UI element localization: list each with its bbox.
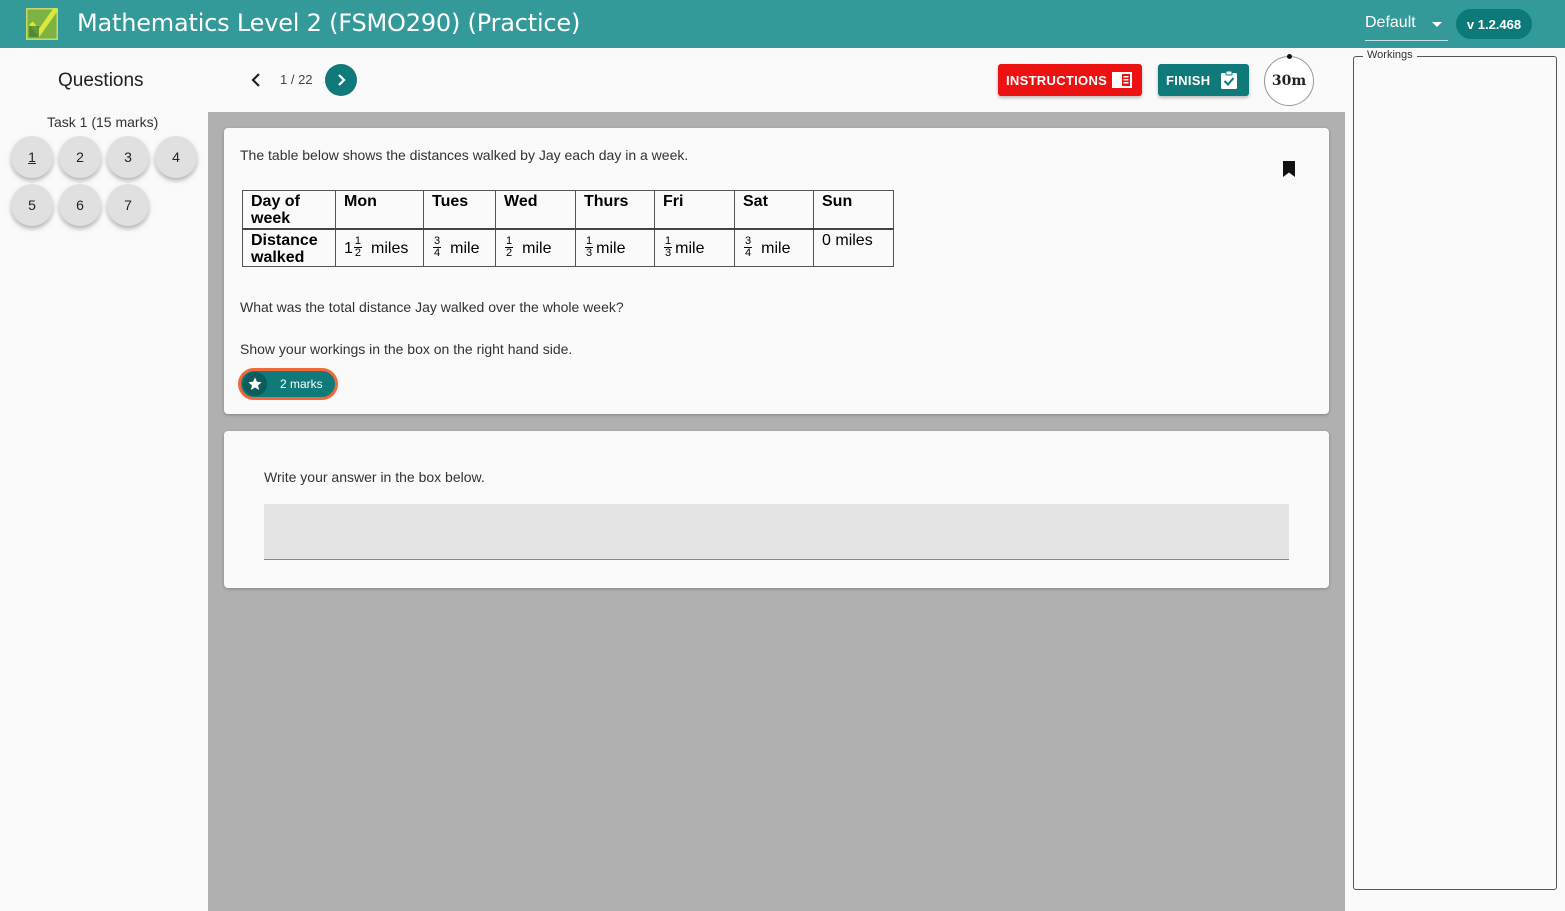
whole-number: 1 — [344, 240, 353, 257]
question-toolbar: 1 / 22 INSTRUCTIONS FINISH 30m — [208, 48, 1345, 112]
task-label: Task 1 (15 marks) — [47, 114, 159, 130]
answer-input[interactable] — [264, 504, 1289, 560]
clipboard-check-icon — [1221, 70, 1237, 89]
table-row: Distance walked 1 12 miles 34 mile 12 mi… — [242, 228, 894, 267]
marks-chip[interactable]: 2 marks — [238, 368, 338, 400]
unit-label: miles — [835, 231, 873, 249]
app-title: Mathematics Level 2 (FSMO290) (Practice) — [77, 9, 581, 37]
finish-button-label: FINISH — [1166, 73, 1211, 88]
app-logo-icon — [26, 8, 58, 40]
main-content: The table below shows the distances walk… — [208, 112, 1345, 911]
timer-label: 30m — [1271, 73, 1307, 89]
marks-label: 2 marks — [280, 377, 323, 391]
question-button-label: 1 — [28, 149, 36, 165]
question-button-label: 2 — [76, 149, 84, 165]
table-cell: 1 12 miles — [335, 228, 424, 267]
workings-legend: Workings — [1363, 49, 1417, 61]
table-cell: 13 mile — [575, 228, 655, 267]
caret-down-icon — [1432, 22, 1442, 27]
chevron-left-icon[interactable] — [248, 70, 264, 90]
question-button-4[interactable]: 4 — [155, 136, 197, 178]
fraction: 13 — [664, 236, 673, 259]
fraction-denominator: 2 — [506, 247, 513, 259]
fraction: 12 — [353, 236, 363, 259]
question-button-label: 7 — [124, 197, 132, 213]
theme-select-value: Default — [1365, 14, 1416, 31]
unit-label: mile — [761, 240, 791, 257]
bookmark-icon[interactable] — [1282, 160, 1296, 178]
star-icon — [243, 372, 267, 396]
question-button-label: 5 — [28, 197, 36, 213]
fraction-denominator: 4 — [434, 247, 441, 259]
fraction-denominator: 3 — [665, 247, 672, 259]
distance-table: Day of week Mon Tues Wed Thurs Fri Sat S… — [242, 190, 894, 267]
chevron-right-icon — [338, 74, 346, 86]
unit-label: mile — [522, 240, 552, 257]
table-header-cell: Mon — [335, 190, 424, 230]
instructions-button-label: INSTRUCTIONS — [1006, 73, 1108, 88]
question-instruction: Show your workings in the box on the rig… — [240, 341, 573, 357]
theme-select[interactable]: Default — [1365, 9, 1448, 41]
question-button-5[interactable]: 5 — [11, 184, 53, 226]
answer-label: Write your answer in the box below. — [264, 469, 485, 485]
fraction-denominator: 3 — [586, 247, 593, 259]
question-card: The table below shows the distances walk… — [224, 128, 1329, 414]
table-header-cell: Thurs — [575, 190, 655, 230]
unit-label: mile — [596, 240, 626, 257]
version-badge: v 1.2.468 — [1456, 9, 1532, 39]
questions-heading: Questions — [58, 70, 144, 91]
question-button-label: 6 — [76, 197, 84, 213]
table-header-cell: Fri — [654, 190, 735, 230]
table-header-cell: Sat — [734, 190, 814, 230]
instructions-button[interactable]: INSTRUCTIONS — [998, 64, 1142, 96]
table-cell: 13 mile — [654, 228, 735, 267]
workings-area[interactable] — [1353, 56, 1557, 890]
fraction: 13 — [585, 236, 594, 259]
next-question-button[interactable] — [325, 64, 357, 96]
fraction-denominator: 4 — [745, 247, 752, 259]
answer-card: Write your answer in the box below. — [224, 431, 1329, 588]
fraction: 12 — [505, 236, 514, 259]
question-button-7[interactable]: 7 — [107, 184, 149, 226]
question-button-6[interactable]: 6 — [59, 184, 101, 226]
question-intro: The table below shows the distances walk… — [240, 147, 689, 163]
table-cell: 34 mile — [734, 228, 814, 267]
fraction-denominator: 2 — [354, 247, 362, 259]
question-button-label: 4 — [172, 149, 180, 165]
table-cell: 0 miles — [813, 228, 894, 267]
app-bar: Mathematics Level 2 (FSMO290) (Practice)… — [0, 0, 1565, 48]
table-header-row: Day of week Mon Tues Wed Thurs Fri Sat S… — [242, 190, 894, 230]
question-button-label: 3 — [124, 149, 132, 165]
question-sidebar: Questions Task 1 (15 marks) 1 2 3 4 5 6 … — [0, 48, 208, 911]
unit-label: miles — [371, 240, 409, 257]
question-prompt: What was the total distance Jay walked o… — [240, 299, 624, 315]
book-icon — [1112, 72, 1132, 88]
workings-panel: Workings — [1345, 48, 1565, 911]
question-button-1[interactable]: 1 — [11, 136, 53, 178]
table-row-header: Distance walked — [242, 228, 336, 267]
finish-button[interactable]: FINISH — [1158, 64, 1249, 96]
unit-label: mile — [675, 240, 705, 257]
table-header-cell: Day of week — [242, 190, 336, 230]
page-indicator: 1 / 22 — [280, 72, 313, 87]
timer-dot — [1287, 54, 1292, 59]
table-cell: 12 mile — [495, 228, 576, 267]
table-header-cell: Tues — [423, 190, 496, 230]
fraction: 34 — [433, 236, 442, 259]
question-button-3[interactable]: 3 — [107, 136, 149, 178]
table-cell: 34 mile — [423, 228, 496, 267]
unit-label: mile — [450, 240, 480, 257]
question-button-2[interactable]: 2 — [59, 136, 101, 178]
table-header-cell: Sun — [813, 190, 894, 230]
whole-number: 0 — [822, 231, 831, 249]
fraction: 34 — [744, 236, 753, 259]
table-header-cell: Wed — [495, 190, 576, 230]
timer: 30m — [1264, 54, 1314, 106]
